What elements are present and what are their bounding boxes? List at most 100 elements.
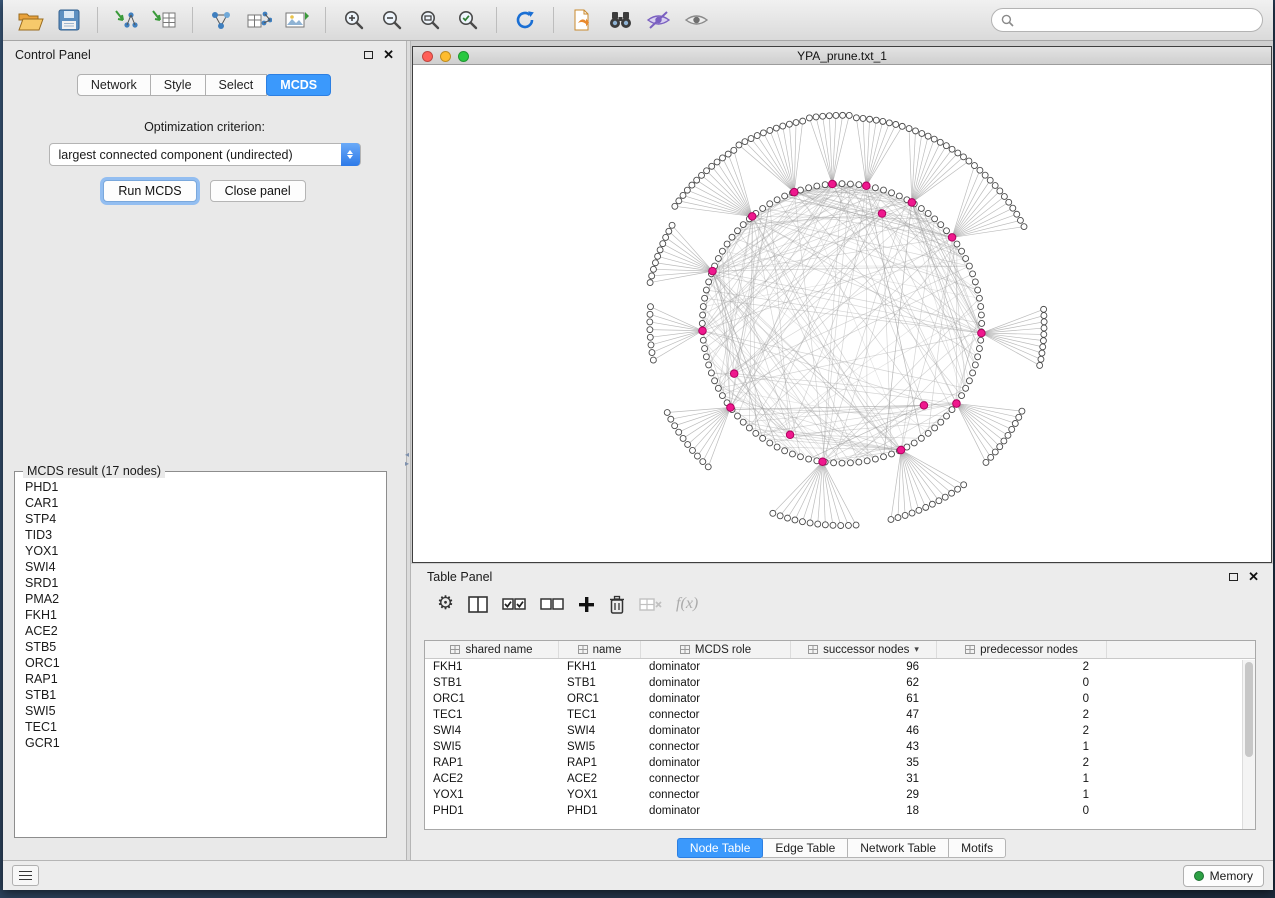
table-row[interactable]: ORC1ORC1dominator610 bbox=[425, 691, 1255, 707]
column-header-name[interactable]: name bbox=[559, 641, 641, 658]
network-window-titlebar[interactable]: YPA_prune.txt_1 bbox=[413, 47, 1271, 65]
add-row-button[interactable] bbox=[578, 593, 595, 615]
table-cell: 46 bbox=[791, 725, 937, 737]
table-toolbar: ⚙ bbox=[411, 584, 1273, 621]
zoom-fit-button[interactable] bbox=[412, 4, 448, 36]
column-settings-button[interactable]: ⚙ bbox=[437, 593, 454, 615]
export-table-button[interactable] bbox=[241, 4, 277, 36]
float-table-panel-icon[interactable] bbox=[1229, 573, 1238, 581]
export-document-button[interactable] bbox=[564, 4, 600, 36]
mcds-result-list[interactable]: PHD1CAR1STP4TID3YOX1SWI4SRD1PMA2FKH1ACE2… bbox=[16, 473, 385, 836]
table-row[interactable]: RAP1RAP1dominator352 bbox=[425, 755, 1255, 771]
zoom-selected-button[interactable] bbox=[450, 4, 486, 36]
sort-chevron-icon[interactable]: ▾ bbox=[914, 644, 919, 655]
float-panel-icon[interactable] bbox=[364, 51, 373, 59]
table-cell: dominator bbox=[641, 757, 791, 769]
column-header-mcds-role[interactable]: MCDS role bbox=[641, 641, 791, 658]
list-item[interactable]: CAR1 bbox=[25, 495, 385, 511]
tab-mcds[interactable]: MCDS bbox=[266, 74, 331, 96]
list-item[interactable]: FKH1 bbox=[25, 607, 385, 623]
list-item[interactable]: PMA2 bbox=[25, 591, 385, 607]
network-canvas[interactable] bbox=[413, 66, 1271, 562]
close-panel-button[interactable]: Close panel bbox=[210, 180, 306, 202]
criterion-dropdown[interactable]: largest connected component (undirected) bbox=[49, 143, 361, 166]
show-panels-button[interactable] bbox=[12, 865, 39, 886]
table-cell: ACE2 bbox=[559, 773, 641, 785]
list-item[interactable]: GCR1 bbox=[25, 735, 385, 751]
refresh-layout-button[interactable] bbox=[507, 4, 543, 36]
import-network-button[interactable] bbox=[108, 4, 144, 36]
list-item[interactable]: STB5 bbox=[25, 639, 385, 655]
tab-edge-table[interactable]: Edge Table bbox=[762, 838, 848, 858]
list-item[interactable]: SRD1 bbox=[25, 575, 385, 591]
application-window: Control Panel ✕ Network Style Select MCD… bbox=[3, 0, 1273, 890]
list-item[interactable]: STP4 bbox=[25, 511, 385, 527]
table-cell: PHD1 bbox=[425, 805, 559, 817]
table-row[interactable]: ACE2ACE2connector311 bbox=[425, 771, 1255, 787]
export-image-button[interactable] bbox=[279, 4, 315, 36]
run-mcds-button[interactable]: Run MCDS bbox=[103, 180, 196, 202]
import-table-button[interactable] bbox=[146, 4, 182, 36]
memory-button[interactable]: Memory bbox=[1183, 865, 1264, 887]
tab-node-table[interactable]: Node Table bbox=[677, 838, 764, 858]
search-input[interactable] bbox=[1020, 12, 1253, 28]
close-panel-icon[interactable]: ✕ bbox=[383, 50, 394, 60]
network-window-title: YPA_prune.txt_1 bbox=[797, 49, 887, 63]
table-cell: SWI5 bbox=[559, 741, 641, 753]
search-network-button[interactable] bbox=[602, 4, 638, 36]
table-cell: ACE2 bbox=[425, 773, 559, 785]
table-row[interactable]: SWI4SWI4dominator462 bbox=[425, 723, 1255, 739]
list-item[interactable]: ORC1 bbox=[25, 655, 385, 671]
zoom-in-button[interactable] bbox=[336, 4, 372, 36]
table-row[interactable]: YOX1YOX1connector291 bbox=[425, 787, 1255, 803]
tab-network-table[interactable]: Network Table bbox=[847, 838, 949, 858]
table-cell: 35 bbox=[791, 757, 937, 769]
memory-status-icon bbox=[1194, 871, 1204, 881]
zoom-out-button[interactable] bbox=[374, 4, 410, 36]
maximize-window-icon[interactable] bbox=[458, 51, 469, 62]
save-session-button[interactable] bbox=[51, 4, 87, 36]
tab-style[interactable]: Style bbox=[150, 74, 206, 96]
close-window-icon[interactable] bbox=[422, 51, 433, 62]
table-cell: SWI4 bbox=[425, 725, 559, 737]
control-panel-tabs: Network Style Select MCDS bbox=[3, 74, 406, 96]
column-header-successor-nodes[interactable]: successor nodes ▾ bbox=[791, 641, 937, 658]
tab-motifs[interactable]: Motifs bbox=[948, 838, 1006, 858]
delete-row-button[interactable] bbox=[609, 593, 625, 615]
list-item[interactable]: SWI5 bbox=[25, 703, 385, 719]
column-header-predecessor-nodes[interactable]: predecessor nodes bbox=[937, 641, 1107, 658]
table-row[interactable]: PHD1PHD1dominator180 bbox=[425, 803, 1255, 819]
list-item[interactable]: SWI4 bbox=[25, 559, 385, 575]
table-row[interactable]: STB1STB1dominator620 bbox=[425, 675, 1255, 691]
list-item[interactable]: TEC1 bbox=[25, 719, 385, 735]
close-table-panel-icon[interactable]: ✕ bbox=[1248, 572, 1259, 582]
scrollbar-thumb[interactable] bbox=[1245, 662, 1253, 757]
minimize-window-icon[interactable] bbox=[440, 51, 451, 62]
column-header-shared-name[interactable]: shared name bbox=[425, 641, 559, 658]
list-item[interactable]: STB1 bbox=[25, 687, 385, 703]
search-field[interactable] bbox=[991, 8, 1263, 32]
show-columns-button[interactable] bbox=[468, 593, 488, 615]
tab-network[interactable]: Network bbox=[77, 74, 151, 96]
list-item[interactable]: YOX1 bbox=[25, 543, 385, 559]
list-item[interactable]: PHD1 bbox=[25, 479, 385, 495]
table-scrollbar[interactable] bbox=[1242, 660, 1255, 829]
list-item[interactable]: RAP1 bbox=[25, 671, 385, 687]
list-item[interactable]: TID3 bbox=[25, 527, 385, 543]
list-item[interactable]: ACE2 bbox=[25, 623, 385, 639]
table-row[interactable]: SWI5SWI5connector431 bbox=[425, 739, 1255, 755]
table-cell: 2 bbox=[937, 757, 1107, 769]
deselect-all-button[interactable] bbox=[540, 593, 564, 615]
hide-selected-button[interactable] bbox=[640, 4, 676, 36]
table-row[interactable]: FKH1FKH1dominator962 bbox=[425, 659, 1255, 675]
new-network-button[interactable] bbox=[203, 4, 239, 36]
table-cell: connector bbox=[641, 773, 791, 785]
select-all-button[interactable] bbox=[502, 593, 526, 615]
open-file-button[interactable] bbox=[13, 4, 49, 36]
network-view-window: YPA_prune.txt_1 bbox=[412, 46, 1272, 563]
table-body: FKH1FKH1dominator962STB1STB1dominator620… bbox=[425, 659, 1255, 819]
show-all-button[interactable] bbox=[678, 4, 714, 36]
table-row[interactable]: TEC1TEC1connector472 bbox=[425, 707, 1255, 723]
splitter-collapse-icon[interactable]: ◂▸ bbox=[405, 451, 409, 467]
tab-select[interactable]: Select bbox=[205, 74, 268, 96]
